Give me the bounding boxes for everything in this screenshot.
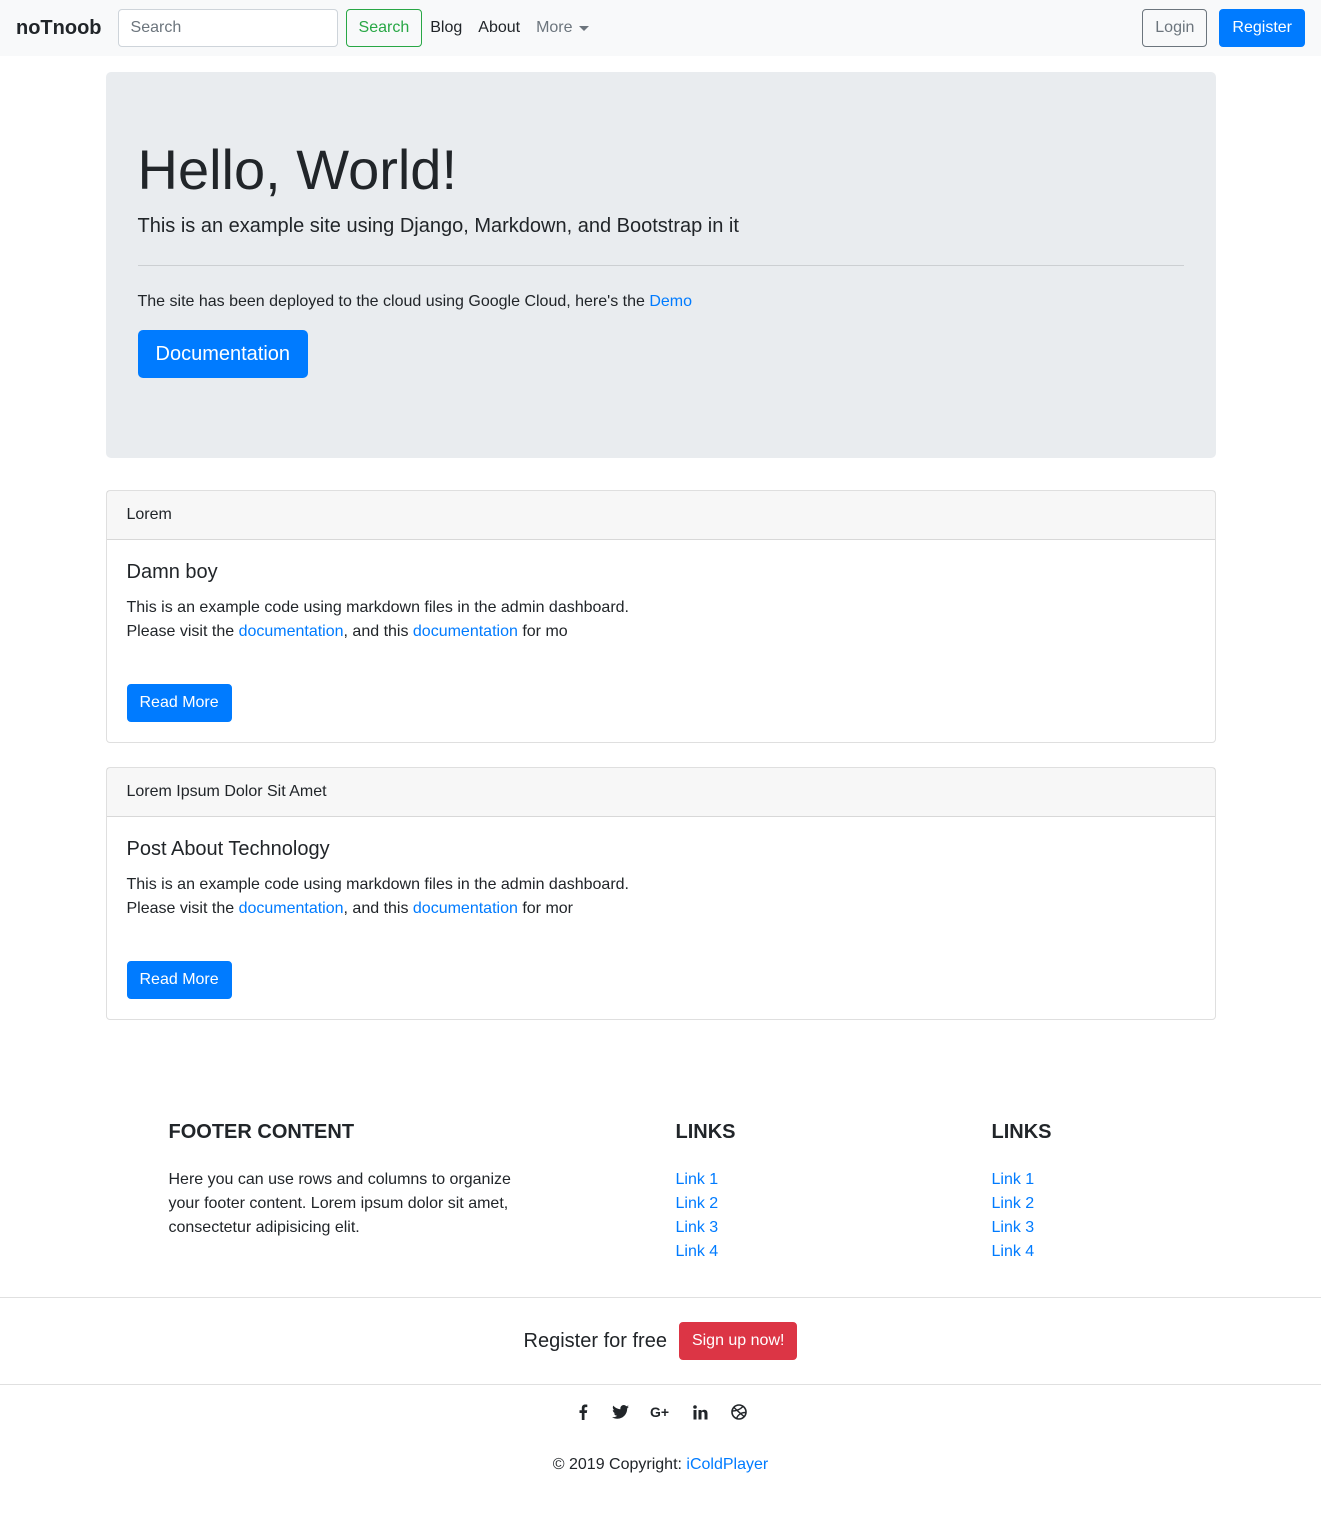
- footer-content-title: FOOTER CONTENT: [168, 1121, 355, 1143]
- hero-deploy-text: The site has been deployed to the cloud …: [137, 293, 693, 311]
- register-button[interactable]: Register: [1219, 9, 1305, 47]
- hero-divider: [137, 265, 1184, 267]
- social-icons: G+: [0, 1403, 1321, 1421]
- footer-content-text: Here you can use rows and columns to org…: [168, 1171, 511, 1236]
- main-container: Hello, World! This is an example site us…: [105, 72, 1216, 1020]
- post-card-body: Post About Technology This is an example…: [107, 817, 1215, 1019]
- search-input[interactable]: [117, 9, 338, 47]
- documentation-link[interactable]: documentation: [413, 623, 518, 640]
- post-card: Lorem Ipsum Dolor Sit Amet Post About Te…: [105, 767, 1216, 1020]
- svg-text:G+: G+: [650, 1405, 669, 1419]
- google-plus-icon[interactable]: G+: [650, 1403, 672, 1421]
- footer-link[interactable]: Link 1: [676, 1171, 719, 1188]
- read-more-button[interactable]: Read More: [126, 684, 232, 722]
- footer-divider: [0, 1384, 1321, 1385]
- nav-more-label: More: [536, 19, 573, 36]
- post-card-body: Damn boy This is an example code using m…: [107, 540, 1215, 742]
- hero-title: Hello, World!: [137, 138, 458, 201]
- brand-logo[interactable]: noTnoob: [16, 13, 102, 43]
- page-footer: FOOTER CONTENT Here you can use rows and…: [0, 1120, 1321, 1477]
- footer-links-list: Link 1 Link 2 Link 3 Link 4: [992, 1168, 1192, 1264]
- footer-link[interactable]: Link 2: [992, 1195, 1035, 1212]
- signup-text: Register for free: [523, 1330, 667, 1352]
- documentation-link[interactable]: documentation: [413, 900, 518, 917]
- footer-link[interactable]: Link 1: [992, 1171, 1035, 1188]
- linkedin-icon[interactable]: [692, 1403, 710, 1421]
- demo-link[interactable]: Demo: [649, 293, 692, 310]
- post-title: Post About Technology: [126, 838, 330, 860]
- footer-content-column: FOOTER CONTENT Here you can use rows and…: [169, 1120, 676, 1264]
- post-text: This is an example code using markdown f…: [126, 599, 630, 640]
- copyright: © 2019 Copyright: iColdPlayer: [0, 1453, 1321, 1477]
- facebook-icon[interactable]: [574, 1403, 592, 1421]
- footer-link[interactable]: Link 4: [992, 1243, 1035, 1260]
- twitter-icon[interactable]: [612, 1403, 630, 1421]
- footer-links-title: LINKS: [675, 1121, 736, 1143]
- hero-jumbotron: Hello, World! This is an example site us…: [105, 72, 1216, 458]
- copyright-text: © 2019 Copyright:: [552, 1456, 687, 1473]
- documentation-button[interactable]: Documentation: [137, 330, 309, 379]
- read-more-button[interactable]: Read More: [126, 961, 232, 999]
- navbar: noTnoob Search Blog About More Login Reg…: [0, 0, 1321, 56]
- chevron-down-icon: [578, 25, 589, 31]
- documentation-link[interactable]: documentation: [239, 623, 344, 640]
- footer-link[interactable]: Link 4: [676, 1243, 719, 1260]
- footer-link[interactable]: Link 3: [676, 1219, 719, 1236]
- search-button[interactable]: Search: [345, 9, 423, 47]
- hero-lead: This is an example site using Django, Ma…: [137, 215, 739, 238]
- post-card: Lorem Damn boy This is an example code u…: [105, 490, 1216, 743]
- footer-signup: Register for free Sign up now!: [0, 1298, 1321, 1384]
- post-text: This is an example code using markdown f…: [126, 876, 630, 917]
- documentation-link[interactable]: documentation: [239, 900, 344, 917]
- nav-link-blog[interactable]: Blog: [430, 16, 470, 40]
- signup-button[interactable]: Sign up now!: [678, 1322, 798, 1360]
- login-button[interactable]: Login: [1142, 9, 1208, 47]
- footer-columns: FOOTER CONTENT Here you can use rows and…: [106, 1120, 1216, 1264]
- footer-links-column: LINKS Link 1 Link 2 Link 3 Link 4: [992, 1120, 1192, 1264]
- footer-links-column: LINKS Link 1 Link 2 Link 3 Link 4: [676, 1120, 992, 1264]
- nav-dropdown-more[interactable]: More: [536, 16, 589, 40]
- dribbble-icon[interactable]: [730, 1403, 748, 1421]
- footer-link[interactable]: Link 2: [676, 1195, 719, 1212]
- footer-link[interactable]: Link 3: [992, 1219, 1035, 1236]
- post-title: Damn boy: [126, 561, 218, 583]
- footer-links-title: LINKS: [991, 1121, 1052, 1143]
- footer-links-list: Link 1 Link 2 Link 3 Link 4: [676, 1168, 992, 1264]
- nav-link-about[interactable]: About: [478, 16, 528, 40]
- copyright-link[interactable]: iColdPlayer: [686, 1456, 768, 1473]
- post-card-header: Lorem Ipsum Dolor Sit Amet: [106, 768, 1215, 817]
- post-card-header: Lorem: [106, 491, 1215, 540]
